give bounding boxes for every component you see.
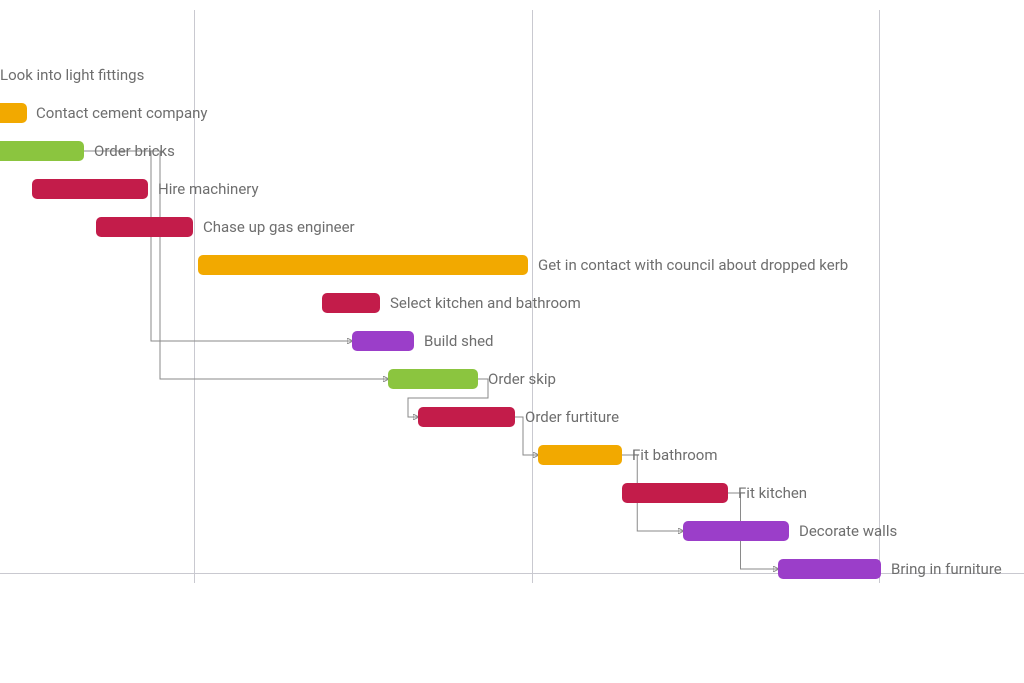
gantt-bar-fitbath[interactable] bbox=[538, 445, 622, 465]
gantt-label-fitbath: Fit bathroom bbox=[632, 445, 718, 465]
gantt-label-kitbath: Select kitchen and bathroom bbox=[390, 293, 581, 313]
gantt-bar-machin[interactable] bbox=[32, 179, 148, 199]
gantt-label-skip: Order skip bbox=[488, 369, 556, 389]
gantt-label-machin: Hire machinery bbox=[158, 179, 259, 199]
gantt-bar-fitkit[interactable] bbox=[622, 483, 728, 503]
gantt-bar-council[interactable] bbox=[198, 255, 528, 275]
gantt-bar-bricks[interactable] bbox=[0, 141, 84, 161]
gantt-bar-decor[interactable] bbox=[683, 521, 789, 541]
gantt-bar-cement[interactable] bbox=[0, 103, 27, 123]
gantt-label-shed: Build shed bbox=[424, 331, 494, 351]
gantt-chart: Look into light fittings Contact cement c… bbox=[0, 0, 1024, 683]
gantt-label-bring: Bring in furniture bbox=[891, 559, 1002, 579]
gantt-label-furn: Order furtiture bbox=[525, 407, 619, 427]
gantt-bar-skip[interactable] bbox=[388, 369, 478, 389]
gantt-bar-shed[interactable] bbox=[352, 331, 414, 351]
gantt-label-light: Look into light fittings bbox=[0, 65, 144, 85]
gantt-label-fitkit: Fit kitchen bbox=[738, 483, 807, 503]
gridline-vertical bbox=[879, 10, 880, 583]
gantt-label-decor: Decorate walls bbox=[799, 521, 897, 541]
gantt-label-council: Get in contact with council about droppe… bbox=[538, 255, 848, 275]
gridline-vertical bbox=[194, 10, 195, 583]
gantt-bar-kitbath[interactable] bbox=[322, 293, 380, 313]
gantt-bar-furn[interactable] bbox=[418, 407, 515, 427]
gantt-label-gas: Chase up gas engineer bbox=[203, 217, 355, 237]
gantt-bar-gas[interactable] bbox=[96, 217, 193, 237]
gantt-bar-bring[interactable] bbox=[778, 559, 881, 579]
gantt-label-cement: Contact cement company bbox=[36, 103, 208, 123]
gantt-label-bricks: Order bricks bbox=[94, 141, 175, 161]
